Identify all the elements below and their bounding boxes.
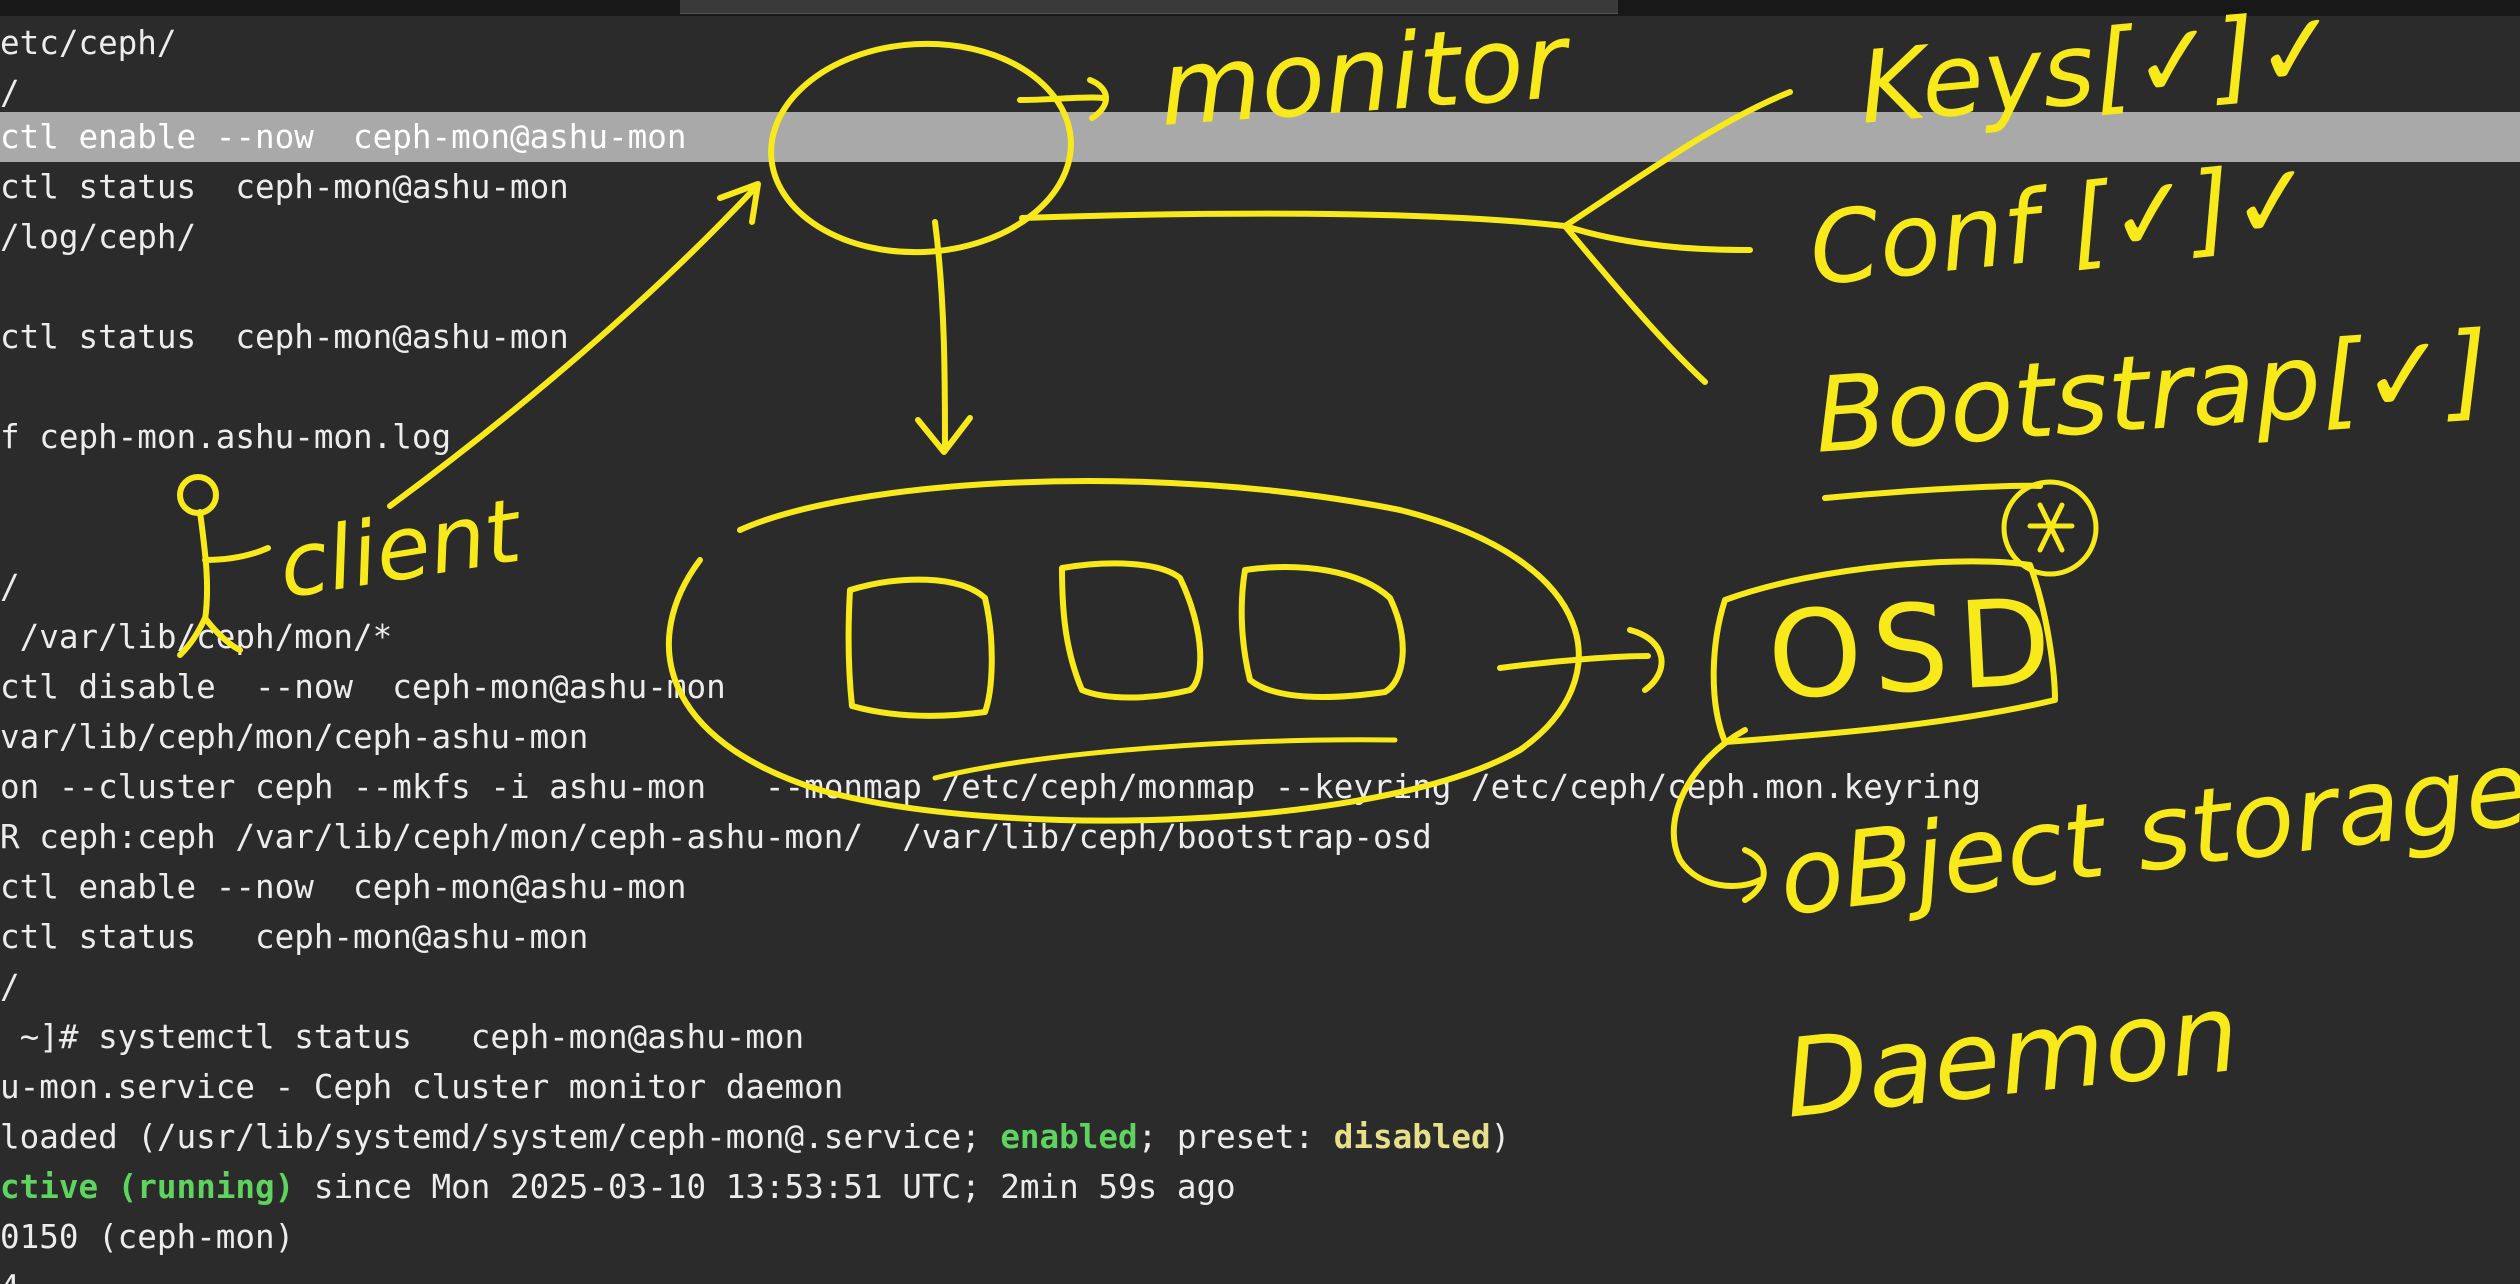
status-loaded-prefix: loaded (/usr/lib/systemd/system/ceph-mon… [0,1118,1001,1156]
status-disabled: disabled [1333,1118,1491,1156]
terminal-line: ctl status ceph-mon@ashu-mon [0,918,589,956]
terminal-line: ctl disable --now ceph-mon@ashu-mon [0,668,726,706]
status-active-line: ctive (running) since Mon 2025-03-10 13:… [0,1162,2520,1212]
terminal-line: var/lib/ceph/mon/ceph-ashu-mon [0,718,589,756]
status-enabled: enabled [1000,1118,1138,1156]
note-osd: OSD [1764,572,2065,727]
status-loaded-suffix: ) [1490,1118,1511,1156]
status-loaded-middle: ; preset: [1137,1118,1334,1156]
status-active-state: ctive (running) [0,1168,295,1206]
status-active-rest: since Mon 2025-03-10 13:53:51 UTC; 2min … [294,1168,1236,1206]
terminal-line: 4 [0,1262,2520,1284]
terminal-line: /var/lib/ceph/mon/* [0,618,393,656]
status-loaded-line: loaded (/usr/lib/systemd/system/ceph-mon… [0,1112,2520,1162]
terminal-line: 0150 (ceph-mon) [0,1218,295,1256]
